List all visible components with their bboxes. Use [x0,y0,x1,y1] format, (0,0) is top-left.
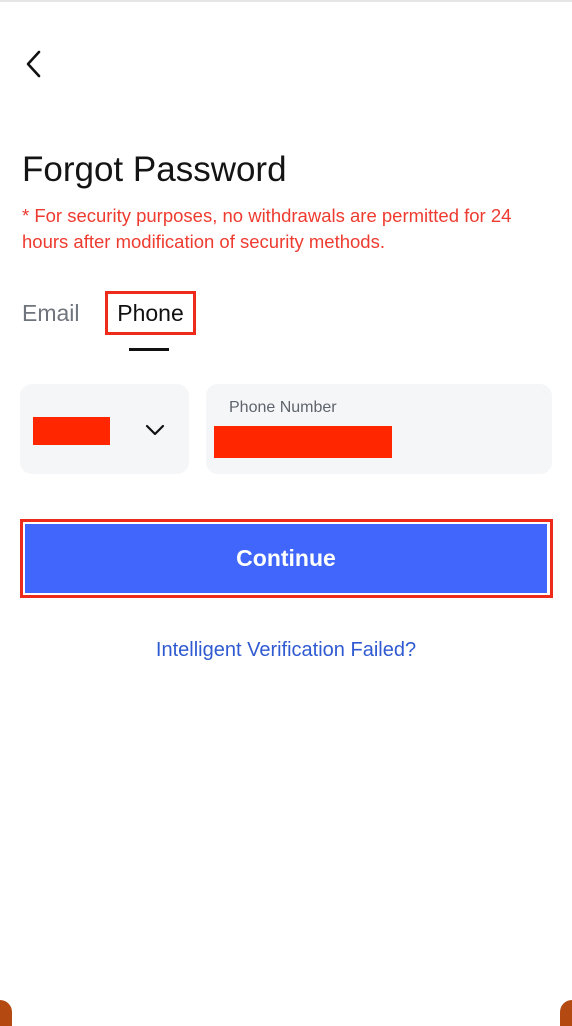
chevron-down-icon [143,418,167,442]
redacted-phone-number [214,426,392,458]
country-code-select[interactable] [20,384,189,474]
tab-email[interactable]: Email [22,295,80,331]
chevron-left-icon [24,49,44,79]
phone-number-label: Phone Number [229,399,337,416]
continue-button[interactable]: Continue [25,524,547,593]
intelligent-verification-failed-link[interactable]: Intelligent Verification Failed? [0,637,572,663]
redacted-country-code [33,417,110,445]
active-tab-indicator [129,348,169,351]
phone-number-input[interactable]: Phone Number [206,384,552,474]
back-button[interactable] [14,44,54,84]
security-notice: * For security purposes, no withdrawals … [22,205,512,252]
background-corner-left [0,1000,12,1026]
top-border [0,0,572,2]
tab-phone[interactable]: Phone [105,291,196,335]
background-corner-right [560,1000,572,1026]
page-title: Forgot Password [22,150,287,189]
